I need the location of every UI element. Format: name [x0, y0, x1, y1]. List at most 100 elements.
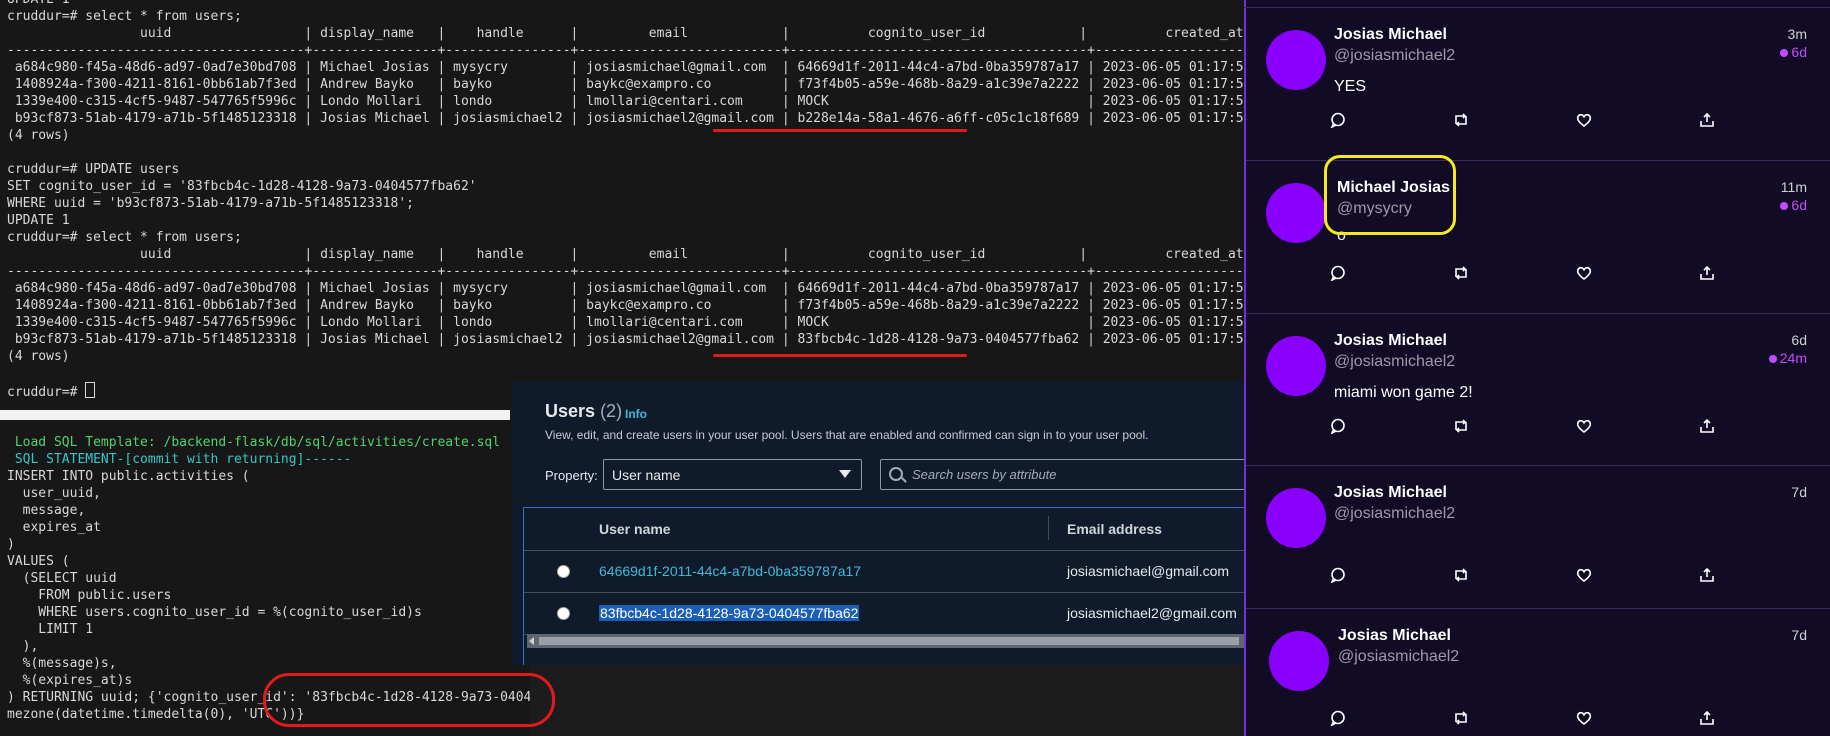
repost-icon[interactable]	[1453, 710, 1469, 726]
like-icon[interactable]	[1576, 418, 1592, 434]
column-header-email[interactable]: Email address	[1067, 521, 1162, 537]
cognito-users-panel: Users (2) Info View, edit, and create us…	[511, 381, 1244, 665]
column-divider	[1048, 516, 1049, 540]
expires-time: 6d	[1791, 44, 1807, 60]
users-count: (2)	[600, 401, 623, 421]
created-time: 6d	[1791, 332, 1807, 348]
like-icon[interactable]	[1576, 265, 1592, 281]
avatar[interactable]	[1266, 488, 1326, 548]
activity-actions	[1330, 418, 1730, 434]
row-select-radio[interactable]	[557, 607, 570, 620]
handle[interactable]: @josiasmichael2	[1334, 353, 1455, 371]
terminal-line: 1408924a-f300-4211-8161-0bb61ab7f3ed | A…	[7, 77, 1244, 92]
expires-badge: 6d	[1780, 197, 1807, 213]
handle[interactable]: @josiasmichael2	[1338, 648, 1459, 666]
username-link[interactable]: 64669d1f-2011-44c4-a7bd-0ba359787a17	[599, 563, 861, 579]
activity-item[interactable]: Josias Michael @josiasmichael2 7d	[1246, 466, 1830, 609]
expires-time: 6d	[1791, 197, 1807, 213]
pane-separator	[0, 410, 510, 420]
users-title: Users	[545, 401, 596, 421]
info-link[interactable]: Info	[625, 407, 647, 421]
handle[interactable]: @josiasmichael2	[1334, 47, 1455, 65]
activity-item[interactable]: Josias Michael @josiasmichael2 YES 3m 6d	[1246, 8, 1830, 161]
activity-message: miami won game 2!	[1334, 384, 1473, 401]
table-row[interactable]: 83fbcb4c-1d28-4128-9a73-0404577fba62 jos…	[524, 593, 1244, 635]
red-underline-old-cognito-id	[713, 129, 967, 132]
activity-item[interactable]: Josias Michael @josiasmichael2 7d	[1246, 609, 1830, 736]
avatar[interactable]	[1266, 336, 1326, 396]
like-icon[interactable]	[1576, 567, 1592, 583]
log-statement-line: SQL STATEMENT-[commit with returning]---…	[7, 452, 352, 467]
like-icon[interactable]	[1576, 710, 1592, 726]
search-users-input[interactable]: Search users by attribute	[880, 459, 1244, 490]
property-select[interactable]: User name	[603, 459, 862, 490]
log-line: )	[7, 537, 15, 552]
reply-icon[interactable]	[1330, 418, 1346, 434]
activity-item[interactable]: Josias Michael @josiasmichael2 miami won…	[1246, 314, 1830, 466]
avatar[interactable]	[1266, 30, 1326, 90]
terminal-line: b93cf873-51ab-4179-a71b-5f1485123318 | J…	[7, 332, 1244, 347]
repost-icon[interactable]	[1453, 567, 1469, 583]
log-line: WHERE users.cognito_user_id = %(cognito_…	[7, 605, 422, 620]
display-name[interactable]: Josias Michael	[1334, 484, 1447, 502]
property-select-value: User name	[612, 467, 681, 483]
log-line: message,	[7, 503, 86, 518]
reply-icon[interactable]	[1330, 567, 1346, 583]
terminal-line: 1339e400-c315-4cf5-9487-547765f5996c | L…	[7, 315, 1244, 330]
scrollbar-thumb[interactable]	[539, 637, 1239, 645]
reply-icon[interactable]	[1330, 112, 1346, 128]
display-name[interactable]: Josias Michael	[1334, 26, 1447, 44]
bomb-icon	[1768, 355, 1777, 363]
created-time: 7d	[1791, 484, 1807, 500]
terminal-line: --------------------------------------+-…	[7, 43, 1244, 58]
avatar[interactable]	[1269, 631, 1329, 691]
display-name[interactable]: Josias Michael	[1338, 627, 1451, 645]
repost-icon[interactable]	[1453, 265, 1469, 281]
share-icon[interactable]	[1699, 112, 1715, 128]
red-underline-new-cognito-id	[713, 354, 967, 357]
share-icon[interactable]	[1699, 418, 1715, 434]
expires-badge: 24m	[1768, 350, 1807, 366]
terminal-line: a684c980-f45a-48d6-ad97-0ad7e30bd708 | M…	[7, 60, 1244, 75]
terminal-line: (4 rows)	[7, 128, 70, 143]
share-icon[interactable]	[1699, 710, 1715, 726]
terminal-line: cruddur=# UPDATE users	[7, 162, 180, 177]
like-icon[interactable]	[1576, 112, 1592, 128]
activity-actions	[1330, 112, 1730, 128]
scroll-left-icon[interactable]	[529, 637, 534, 645]
created-time: 3m	[1787, 26, 1807, 42]
terminal-line: UPDATE 1	[7, 0, 70, 8]
log-line: (SELECT uuid	[7, 571, 117, 586]
terminal-line: 1408924a-f300-4211-8161-0bb61ab7f3ed | A…	[7, 298, 1244, 313]
log-template-line: Load SQL Template: /backend-flask/db/sql…	[7, 435, 501, 450]
expires-badge: 6d	[1780, 44, 1807, 60]
reply-icon[interactable]	[1330, 265, 1346, 281]
terminal-line: (4 rows)	[7, 349, 70, 364]
repost-icon[interactable]	[1453, 418, 1469, 434]
activity-actions	[1330, 265, 1730, 281]
column-header-username[interactable]: User name	[599, 521, 671, 537]
users-table: User name Email address 64669d1f-2011-44…	[523, 507, 1244, 665]
repost-icon[interactable]	[1453, 112, 1469, 128]
red-oval-cognito-id-highlight	[263, 673, 555, 727]
psql-terminal[interactable]: UPDATE 1 cruddur=# select * from users; …	[0, 0, 1244, 410]
handle[interactable]: @josiasmichael2	[1334, 505, 1455, 523]
row-select-radio[interactable]	[557, 565, 570, 578]
log-line: VALUES (	[7, 554, 70, 569]
email-cell: josiasmichael@gmail.com	[1067, 563, 1230, 579]
activity-message: YES	[1334, 78, 1367, 95]
log-line: mezone(datetime.timedelta(0), 'UTC'))}	[7, 707, 305, 722]
display-name[interactable]: Josias Michael	[1334, 332, 1447, 350]
share-icon[interactable]	[1699, 567, 1715, 583]
share-icon[interactable]	[1699, 265, 1715, 281]
activity-item[interactable]: Michael Josias @mysycry o 11m 6d	[1246, 155, 1830, 314]
horizontal-scrollbar[interactable]	[527, 634, 1244, 648]
terminal-line: a684c980-f45a-48d6-ad97-0ad7e30bd708 | M…	[7, 281, 1244, 296]
terminal-prompt-line[interactable]: cruddur=#	[7, 382, 96, 400]
avatar[interactable]	[1266, 183, 1326, 243]
reply-icon[interactable]	[1330, 710, 1346, 726]
log-line: INSERT INTO public.activities (	[7, 469, 250, 484]
terminal-line: cruddur=# select * from users;	[7, 9, 242, 24]
username-link[interactable]: 83fbcb4c-1d28-4128-9a73-0404577fba62	[599, 605, 860, 621]
table-row[interactable]: 64669d1f-2011-44c4-a7bd-0ba359787a17 jos…	[524, 551, 1244, 593]
